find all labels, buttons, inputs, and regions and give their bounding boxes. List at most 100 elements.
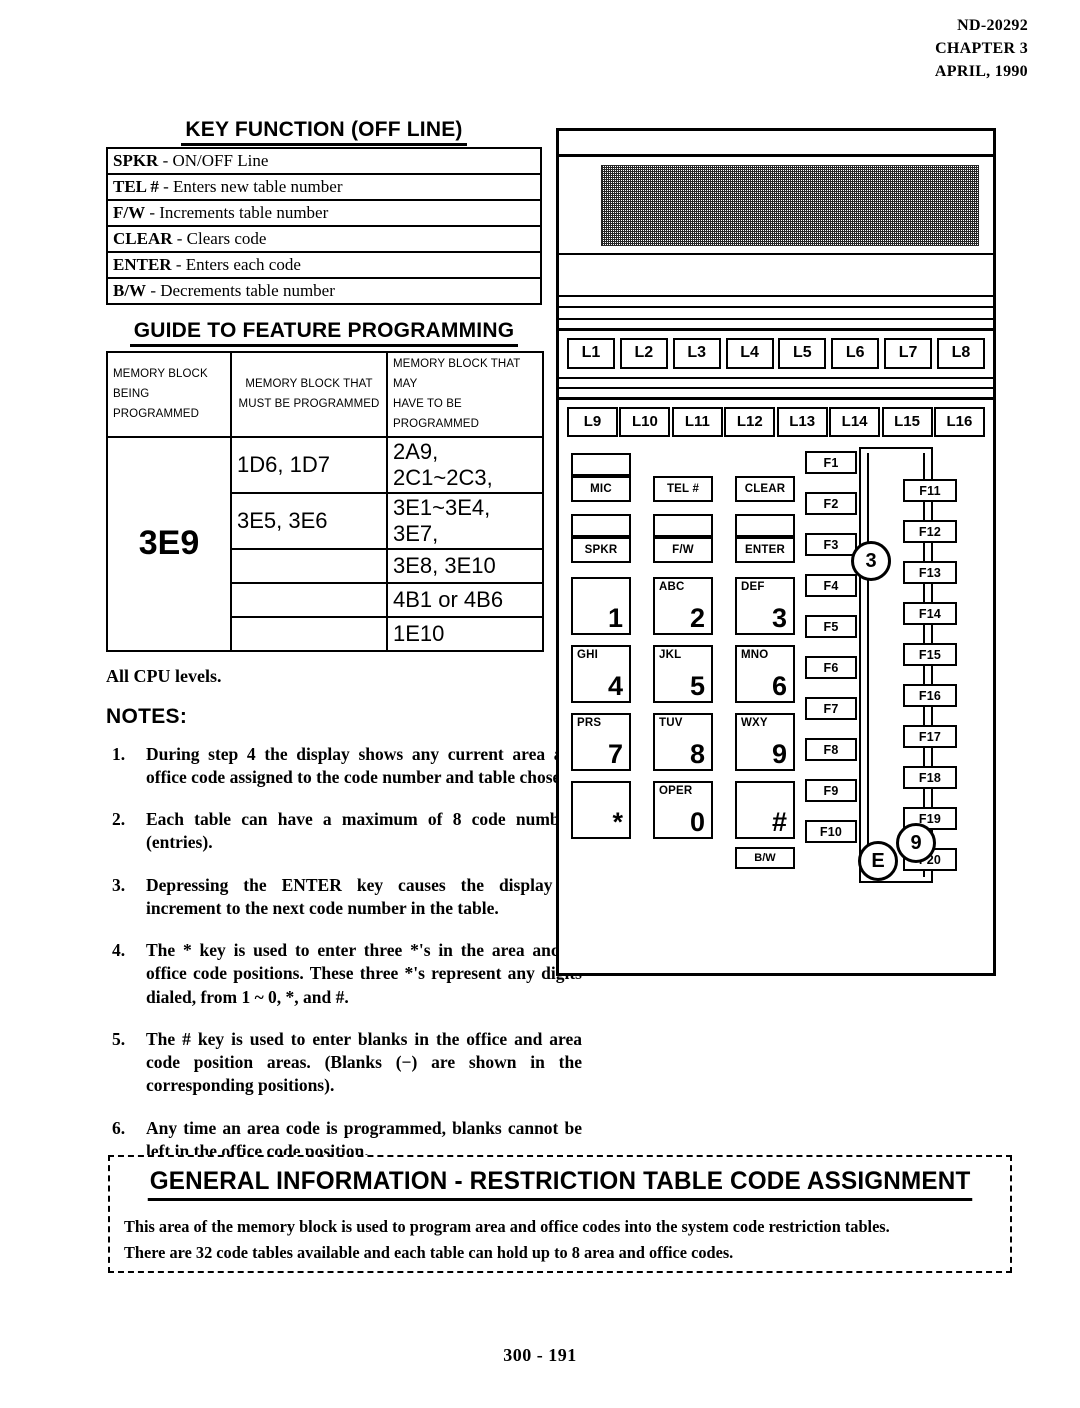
key-function-row: ENTER - Enters each code [106, 251, 542, 279]
phone-top-bezel [559, 131, 993, 157]
enter-key-group: ENTER [735, 514, 795, 563]
all-cpu-levels-text: All CPU levels. [106, 665, 222, 686]
may-have-cell-0: 2A9, 2C1~2C3, [386, 435, 544, 494]
line-key-l1[interactable]: L1 [567, 338, 615, 369]
key-function-row: SPKR - ON/OFF Line [106, 147, 542, 175]
function-key-f1[interactable]: F1 [805, 451, 857, 474]
forward-key[interactable]: F/W [653, 537, 713, 563]
function-key-f17[interactable]: F17 [903, 725, 957, 748]
function-key-f2[interactable]: F2 [805, 492, 857, 515]
function-key-f18[interactable]: F18 [903, 766, 957, 789]
header-line-1: MEMORY BLOCK THAT [245, 378, 373, 391]
function-key-f13[interactable]: F13 [903, 561, 957, 584]
dialpad-key-digit: 6 [771, 671, 787, 701]
dialpad-key-8[interactable]: TUV 8 [653, 713, 713, 771]
line-key-l13[interactable]: L13 [776, 407, 828, 437]
left-content-column: KEY FUNCTION (OFF LINE) SPKR - ON/OFF Li… [106, 118, 582, 1182]
function-key-f7[interactable]: F7 [805, 697, 857, 720]
function-key-f9[interactable]: F9 [805, 779, 857, 802]
dialpad-key-5[interactable]: JKL 5 [653, 645, 713, 703]
dialpad-key-0[interactable]: OPER 0 [653, 781, 713, 839]
key-function-cell-3: CLEAR - Clears code [106, 225, 542, 253]
tel-number-key[interactable]: TEL # [653, 476, 713, 502]
phone-band-a [559, 255, 993, 297]
function-key-f4[interactable]: F4 [805, 574, 857, 597]
function-key-f3[interactable]: F3 [805, 533, 857, 556]
function-key-f5[interactable]: F5 [805, 615, 857, 638]
key-function-key-label: B/W [113, 281, 147, 300]
keypad-area: MIC TEL # CLEAR SPKR F/W ENTER 1 ABC 2 D… [571, 453, 797, 869]
line-key-l10[interactable]: L10 [619, 407, 671, 437]
chapter-label: CHAPTER 3 [935, 40, 1028, 58]
key-function-title-wrap: KEY FUNCTION (OFF LINE) [106, 118, 542, 146]
function-key-f8[interactable]: F8 [805, 738, 857, 761]
key-function-cell-5: B/W - Decrements table number [106, 277, 542, 305]
must-be-programmed-cell-3 [230, 581, 388, 618]
dialpad-key-1[interactable]: 1 [571, 577, 631, 635]
dialpad-key-letters: PRS [577, 717, 602, 729]
note-item: 4. The * key is used to enter three *'s i… [106, 939, 582, 1009]
function-key-f12[interactable]: F12 [903, 520, 957, 543]
dialpad-key-star[interactable]: * [571, 781, 631, 839]
line-key-l11[interactable]: L11 [671, 407, 723, 437]
line-key-l5[interactable]: L5 [778, 338, 827, 369]
note-number: 1. [112, 743, 126, 764]
dialpad-key-3[interactable]: DEF 3 [735, 577, 795, 635]
function-key-row-1: MIC TEL # CLEAR [571, 453, 797, 502]
line-key-l15[interactable]: L15 [881, 407, 933, 437]
dialpad-key-digit: 4 [607, 671, 623, 701]
may-have-cell-2: 3E8, 3E10 [386, 547, 544, 584]
function-key-f15[interactable]: F15 [903, 643, 957, 666]
dialpad-key-2[interactable]: ABC 2 [653, 577, 713, 635]
enter-key[interactable]: ENTER [735, 537, 795, 563]
line-key-l6[interactable]: L6 [831, 338, 880, 369]
dialpad-key-letters: MNO [741, 649, 769, 661]
function-key-f14[interactable]: F14 [903, 602, 957, 625]
general-info-title-wrap: GENERAL INFORMATION - RESTRICTION TABLE … [124, 1167, 996, 1201]
function-key-f10[interactable]: F10 [805, 820, 857, 843]
notes-list: 1. During step 4 the display shows any cu… [106, 743, 582, 1164]
key-function-row: F/W - Increments table number [106, 199, 542, 227]
bw-key[interactable]: B/W [735, 847, 795, 869]
dialpad-row: 1 ABC 2 DEF 3 [571, 577, 797, 641]
may-have-cell-4: 1E10 [386, 615, 544, 652]
function-key-f6[interactable]: F6 [805, 656, 857, 679]
function-key-f11[interactable]: F11 [903, 479, 957, 502]
key-function-key-label: F/W [113, 203, 146, 222]
line-key-l2[interactable]: L2 [619, 338, 668, 369]
line-key-l4[interactable]: L4 [725, 338, 774, 369]
dialpad-row: PRS 7 TUV 8 WXY 9 [571, 713, 797, 777]
clear-key[interactable]: CLEAR [735, 476, 795, 502]
dialpad-key-6[interactable]: MNO 6 [735, 645, 795, 703]
key-function-cell-4: ENTER - Enters each code [106, 251, 542, 279]
dialpad-key-4[interactable]: GHI 4 [571, 645, 631, 703]
note-number: 2. [112, 809, 126, 830]
line-key-l7[interactable]: L7 [884, 338, 933, 369]
dialpad-key-digit: 8 [689, 739, 705, 769]
dialpad-key-9[interactable]: WXY 9 [735, 713, 795, 771]
phone-display-band [559, 157, 993, 255]
dialpad-key-letters: JKL [659, 649, 682, 661]
line-key-l12[interactable]: L12 [724, 407, 776, 437]
general-info-body: This area of the memory block is used to… [124, 1214, 961, 1265]
may-have-cell-1: 3E1~3E4, 3E7, [386, 491, 544, 550]
line-key-l9[interactable]: L9 [567, 407, 618, 437]
header-cell-may-have-to-be-programmed: MEMORY BLOCK THAT MAY HAVE TO BE PROGRAM… [386, 351, 544, 438]
line-key-l3[interactable]: L3 [672, 338, 721, 369]
dialpad-key-digit: * [612, 807, 623, 837]
note-number: 5. [112, 1028, 126, 1049]
phone-band-f [559, 389, 993, 400]
line-key-l14[interactable]: L14 [829, 407, 881, 437]
function-key-f16[interactable]: F16 [903, 684, 957, 707]
mic-key-group: MIC [571, 453, 631, 502]
line-key-l16[interactable]: L16 [933, 407, 985, 437]
header-line-2: HAVE TO BE PROGRAMMED [393, 398, 479, 431]
dialpad-row: GHI 4 JKL 5 MNO 6 [571, 645, 797, 709]
line-key-l8[interactable]: L8 [936, 338, 985, 369]
header-cell-block-being-programmed: MEMORY BLOCK BEING PROGRAMMED [106, 351, 232, 438]
dialpad-key-pound[interactable]: # [735, 781, 795, 839]
spkr-key[interactable]: SPKR [571, 537, 631, 563]
dialpad-key-7[interactable]: PRS 7 [571, 713, 631, 771]
mic-key[interactable]: MIC [571, 476, 631, 502]
fw-indicator-box [653, 514, 713, 537]
